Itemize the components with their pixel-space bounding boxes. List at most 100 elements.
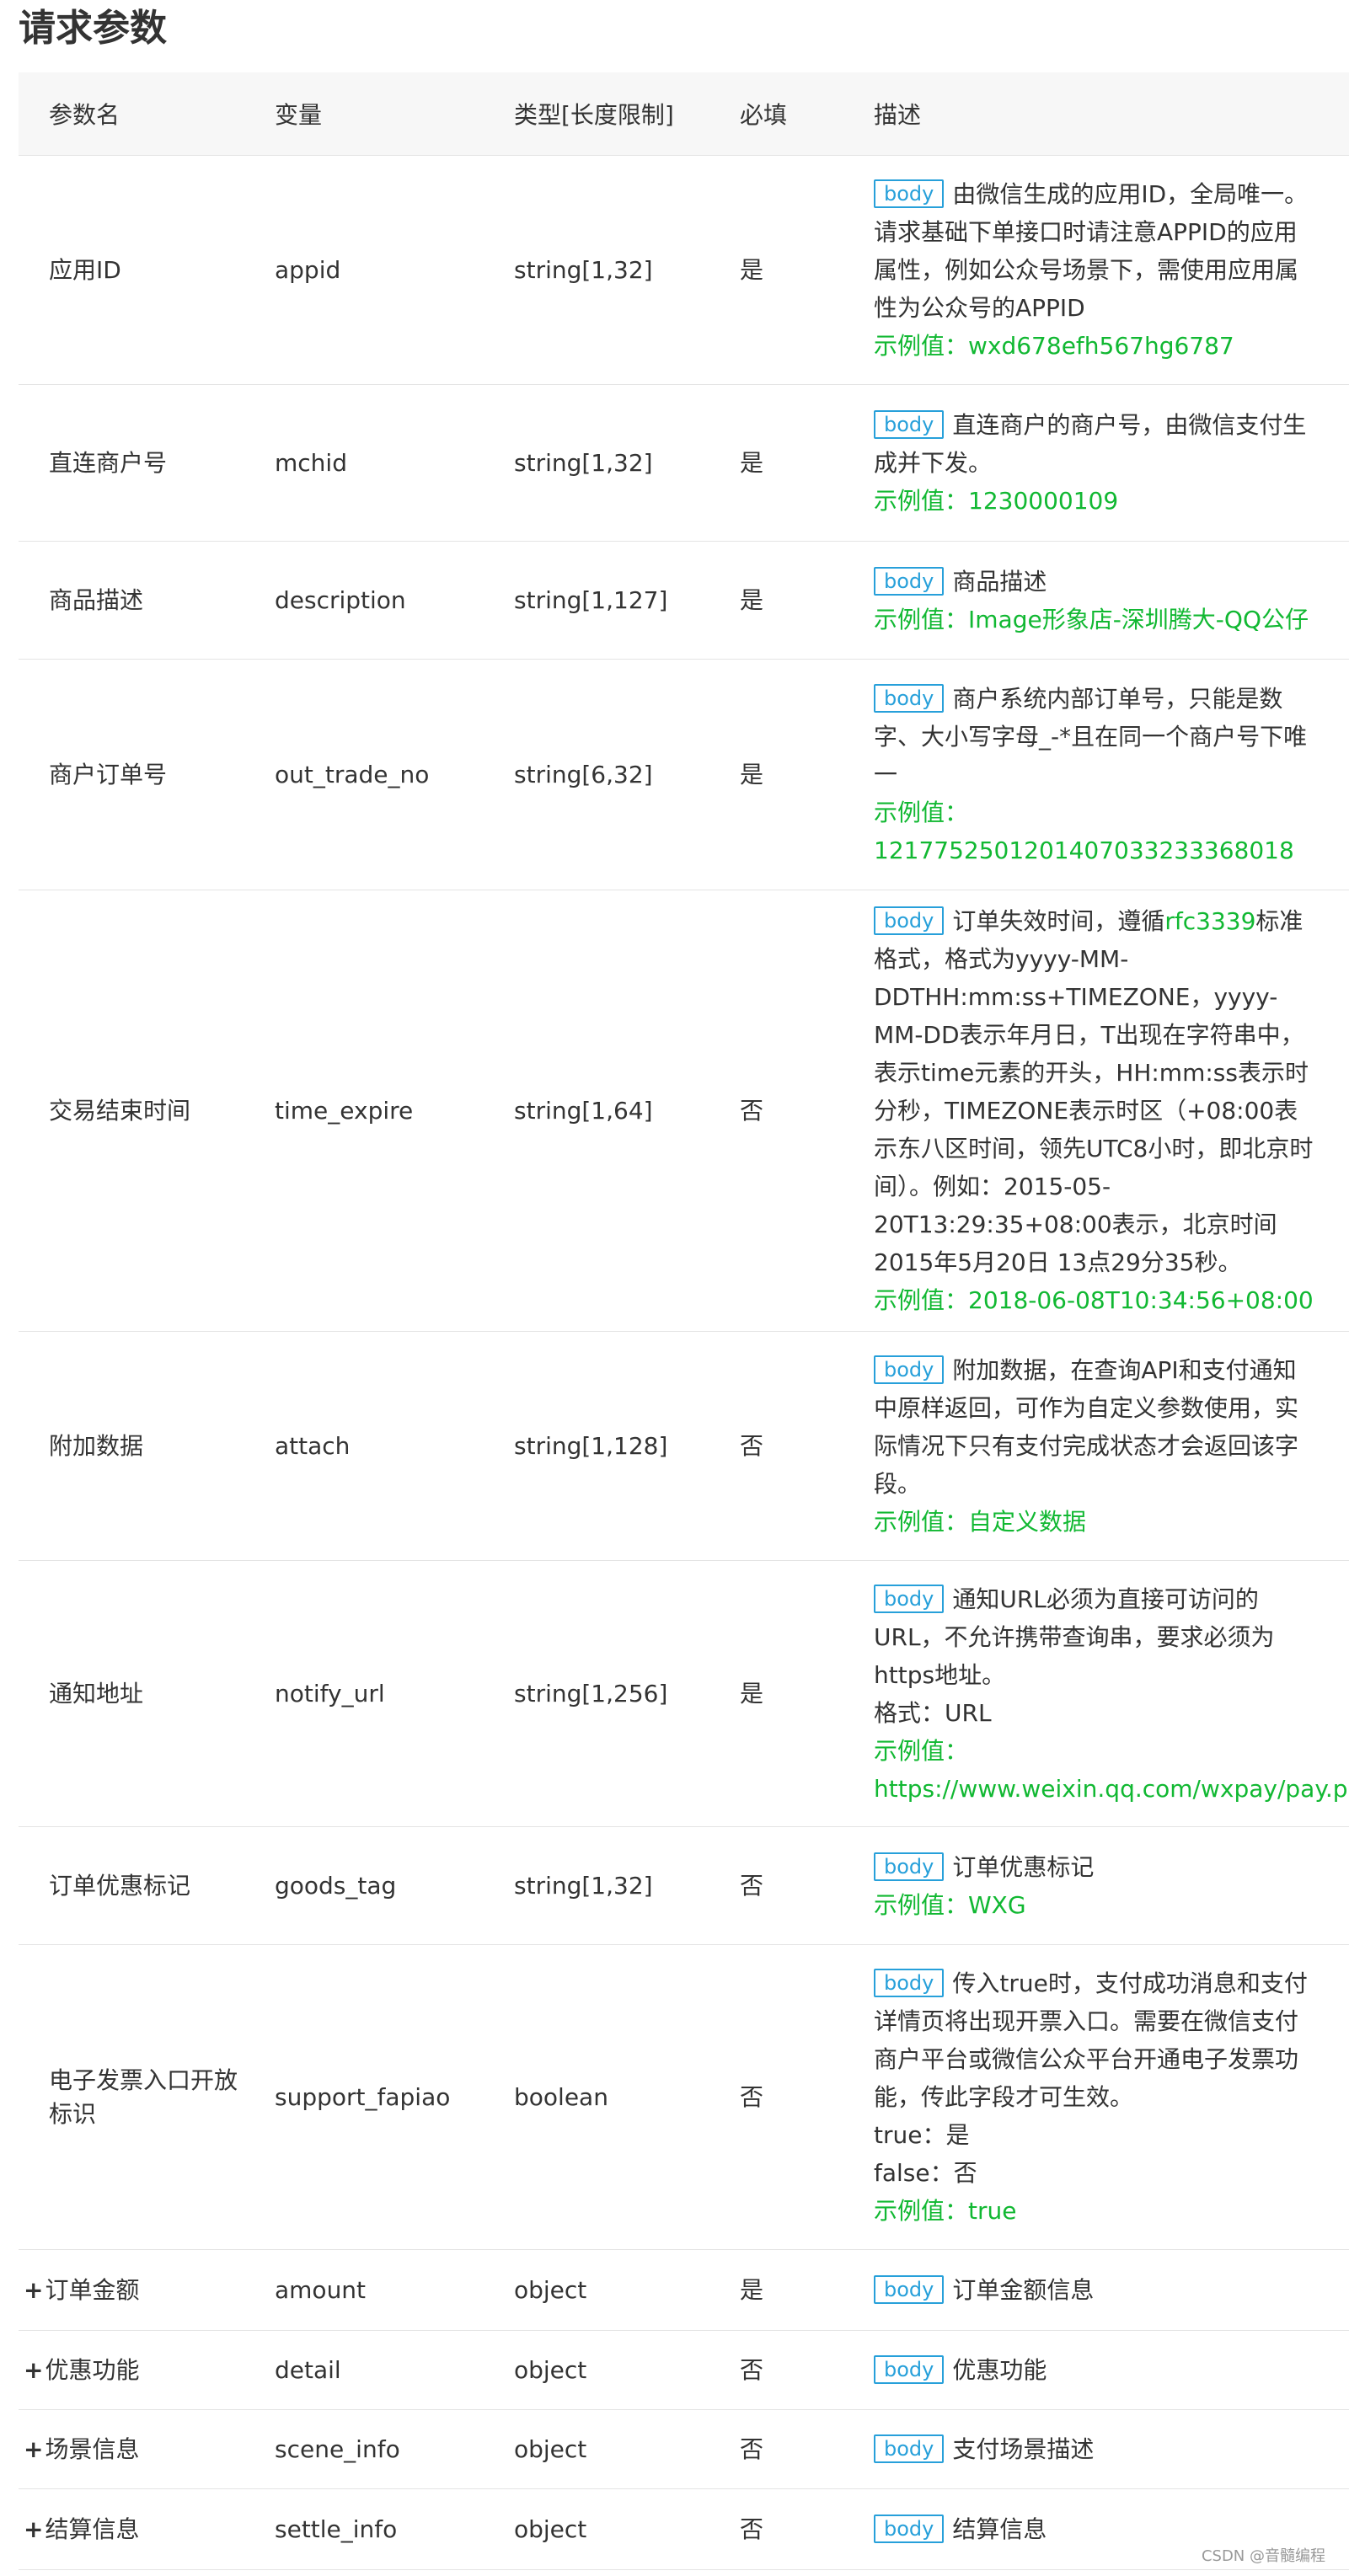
param-name-cell: 商品描述 [19,541,244,660]
param-variable: support_fapiao [244,1944,484,2250]
param-name: 商户订单号 [49,760,168,788]
param-type: string[1,256] [484,1560,709,1827]
param-name-cell: 通知地址 [19,1560,244,1827]
table-row: +订单金额 amount object 是 body 订单金额信息 [19,2249,1349,2331]
table-row: 直连商户号 mchid string[1,32] 是 body 直连商户的商户号，由微信支… [19,384,1349,542]
header-variable: 变量 [244,72,484,156]
example-value: 示例值：Image形象店-深圳腾大-QQ公仔 [874,605,1309,633]
param-type: string[1,64] [484,890,709,1332]
param-name-cell[interactable]: +结算信息 [19,2488,244,2570]
expand-plus-icon[interactable]: + [24,2435,43,2463]
description-enum-line: true：是 [874,2121,970,2149]
param-name: 场景信息 [45,2434,140,2463]
param-name: 附加数据 [49,1431,144,1460]
body-badge: body [874,684,945,713]
param-variable: settle_info [244,2488,484,2570]
param-variable: time_expire [244,890,484,1332]
param-name-cell[interactable]: +订单金额 [19,2249,244,2331]
param-name: 交易结束时间 [49,1096,191,1125]
param-description: body 订单失效时间，遵循rfc3339标准格式，格式为yyyy-MM-DDTH… [843,890,1349,1332]
param-type: string[6,32] [484,659,709,890]
example-value: 示例值：wxd678efh567hg6787 [874,332,1234,360]
param-name-cell: 商户订单号 [19,659,244,890]
param-name-cell: 直连商户号 [19,384,244,542]
body-badge: body [874,1584,945,1613]
page-title: 请求参数 [19,7,167,50]
param-type: boolean [484,1944,709,2250]
description-enum-line: false：否 [874,2159,977,2187]
header-description: 描述 [843,72,1349,156]
param-variable: out_trade_no [244,659,484,890]
param-name-cell: 交易结束时间 [19,890,244,1332]
expand-plus-icon[interactable]: + [24,2515,43,2543]
param-name: 直连商户号 [49,448,168,477]
body-badge: body [874,2355,945,2384]
param-required: 否 [709,890,843,1332]
param-name: 应用ID [49,255,121,284]
param-description: body 商品描述 示例值：Image形象店-深圳腾大-QQ公仔 [843,541,1349,660]
param-name: 订单优惠标记 [49,1871,191,1900]
param-description: body 支付场景描述 [843,2409,1349,2489]
table-row: +场景信息 scene_info object 否 body 支付场景描述 [19,2409,1349,2489]
expand-plus-icon[interactable]: + [24,2276,43,2304]
param-variable: mchid [244,384,484,542]
param-required: 是 [709,659,843,890]
param-name-cell[interactable]: +场景信息 [19,2409,244,2489]
body-badge: body [874,179,945,208]
param-required: 否 [709,2488,843,2570]
param-variable: notify_url [244,1560,484,1827]
param-type: string[1,32] [484,155,709,385]
body-badge: body [874,410,945,439]
table-header-row: 参数名 变量 类型[长度限制] 必填 描述 [19,72,1349,156]
param-name: 订单金额 [45,2275,140,2304]
param-name: 结算信息 [45,2515,140,2543]
description-text-pre: 订单失效时间，遵循 [952,907,1165,935]
example-value: 示例值：WXG [874,1890,1026,1919]
header-type: 类型[长度限制] [484,72,709,156]
body-badge: body [874,1355,945,1384]
param-description: body 订单优惠标记 示例值：WXG [843,1826,1349,1945]
param-type: string[1,32] [484,384,709,542]
param-type: string[1,127] [484,541,709,660]
table-row: 交易结束时间 time_expire string[1,64] 否 body 订单失效时间… [19,890,1349,1332]
description-text: 支付场景描述 [952,2435,1095,2463]
param-name: 电子发票入口开放标识 [49,2066,238,2128]
body-badge: body [874,1969,945,1997]
param-description: body 商户系统内部订单号，只能是数字、大小写字母_-*且在同一个商户号下唯一示… [843,659,1349,890]
param-name: 通知地址 [49,1679,144,1708]
table-row: 订单优惠标记 goods_tag string[1,32] 否 body 订单优惠标记 示例… [19,1826,1349,1945]
param-name-cell: 订单优惠标记 [19,1826,244,1945]
param-required: 否 [709,2330,843,2410]
param-name-cell: 电子发票入口开放标识 [19,1944,244,2250]
param-type: string[1,32] [484,1826,709,1945]
description-text: 订单优惠标记 [952,1852,1095,1881]
header-required: 必填 [709,72,843,156]
example-value: 示例值：自定义数据 [874,1508,1087,1536]
table-row: +优惠功能 detail object 否 body 优惠功能 [19,2330,1349,2410]
param-type: object [484,2488,709,2570]
param-required: 是 [709,384,843,542]
param-required: 否 [709,2409,843,2489]
description-text: 优惠功能 [952,2356,1047,2384]
param-required: 是 [709,155,843,385]
table-row: +结算信息 settle_info object 否 body 结算信息 [19,2488,1349,2570]
example-value: 示例值：2018-06-08T10:34:56+08:00 [874,1286,1314,1314]
table-row: 附加数据 attach string[1,128] 否 body 附加数据，在查询API和… [19,1331,1349,1561]
param-name-cell[interactable]: +优惠功能 [19,2330,244,2410]
expand-plus-icon[interactable]: + [24,2356,43,2384]
param-type: object [484,2249,709,2331]
param-description: body 附加数据，在查询API和支付通知中原样返回，可作为自定义参数使用，实际情… [843,1331,1349,1561]
rfc3339-link[interactable]: rfc3339 [1164,907,1255,935]
param-required: 是 [709,2249,843,2331]
table-row: 商户订单号 out_trade_no string[6,32] 是 body 商户系统内部… [19,659,1349,890]
example-value: 示例值：https://www.weixin.qq.com/wxpay/pay.… [874,1736,1349,1803]
body-badge: body [874,2434,945,2463]
param-name: 优惠功能 [45,2355,140,2384]
example-value: 示例值：true [874,2197,1017,2225]
example-value: 示例值：1230000109 [874,487,1119,515]
param-name: 商品描述 [49,585,144,614]
param-type: object [484,2330,709,2410]
param-variable: scene_info [244,2409,484,2489]
param-required: 是 [709,1560,843,1827]
description-format: 格式：URL [874,1698,992,1727]
